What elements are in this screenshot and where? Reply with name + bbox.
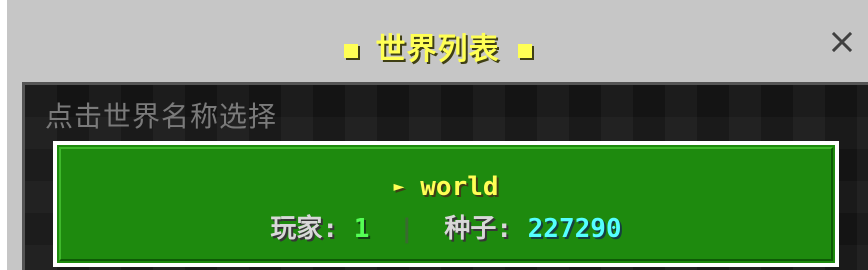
seed-value: 227290 (527, 214, 622, 244)
square-icon (343, 43, 358, 58)
world-list-panel: 点击世界名称选择 ► world 玩家: 1 | 种子: 227290 (22, 82, 868, 270)
close-icon (831, 31, 853, 53)
window-title-row: 世界列表 (7, 28, 868, 72)
title-bar: 世界列表 (7, 0, 868, 82)
world-list-window: 世界列表 点击世界名称选择 ► world 玩家: 1 | 种子: 227290 (5, 0, 868, 270)
world-entry[interactable]: ► world 玩家: 1 | 种子: 227290 (53, 141, 839, 267)
info-separator: | (399, 214, 415, 244)
world-name: world (420, 172, 499, 202)
players-value: 1 (353, 214, 370, 244)
seed-label: 种子: (444, 214, 512, 244)
square-icon (517, 43, 532, 58)
world-info-row: 玩家: 1 | 种子: 227290 (57, 209, 835, 249)
close-button[interactable] (826, 26, 858, 58)
players-label: 玩家: (270, 214, 339, 244)
arrow-right-icon: ► (393, 176, 405, 197)
world-name-row: ► world (57, 169, 835, 205)
window-title: 世界列表 (375, 32, 500, 67)
hint-text: 点击世界名称选择 (45, 100, 278, 133)
